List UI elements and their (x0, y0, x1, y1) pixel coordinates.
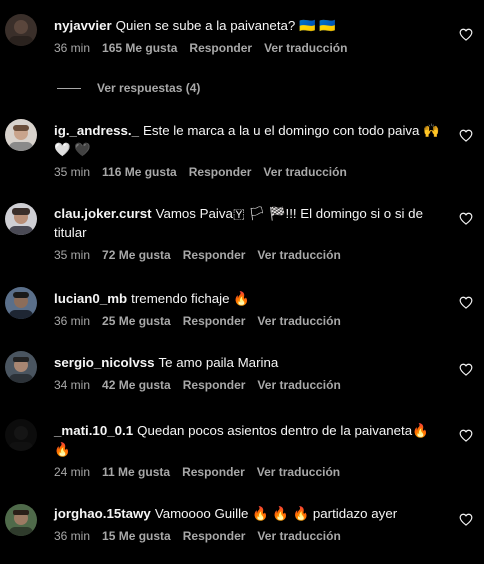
comment-time: 35 min (54, 165, 91, 179)
comment-username[interactable]: nyjavvier (54, 18, 112, 33)
reply-button[interactable]: Responder (183, 529, 246, 543)
comment-body: jorghao.15tawy Vamoooo Guille 🔥 🔥 🔥 parti… (54, 504, 440, 544)
translate-button[interactable]: Ver traducción (257, 248, 340, 262)
comment-likes[interactable]: 25 Me gusta (102, 314, 171, 328)
comment-text-line: jorghao.15tawy Vamoooo Guille 🔥 🔥 🔥 parti… (54, 504, 440, 523)
heart-outline-icon[interactable] (459, 429, 473, 442)
translate-button[interactable]: Ver traducción (257, 314, 340, 328)
comment-time: 36 min (54, 529, 91, 543)
comment-likes[interactable]: 116 Me gusta (102, 165, 177, 179)
avatar[interactable] (5, 14, 37, 46)
view-replies-label[interactable]: Ver respuestas (4) (97, 81, 200, 95)
comment-time: 36 min (54, 314, 91, 328)
translate-button[interactable]: Ver traducción (263, 165, 346, 179)
comment-time: 35 min (54, 248, 91, 262)
comment-text: Te amo paila Marina (158, 355, 279, 370)
comment-meta: 35 min 116 Me gusta Responder Ver traducció… (54, 164, 440, 180)
translate-button[interactable]: Ver traducción (257, 529, 340, 543)
comment-time: 24 min (54, 465, 91, 479)
avatar[interactable] (5, 504, 37, 536)
reply-button[interactable]: Responder (183, 248, 246, 262)
translate-button[interactable]: Ver traducción (257, 378, 340, 392)
view-replies-button[interactable]: Ver respuestas (4) (57, 81, 200, 97)
comment-likes[interactable]: 15 Me gusta (102, 529, 171, 543)
comment-username[interactable]: sergio_nicolvss (54, 355, 155, 370)
comment-text: Vamoooo Guille 🔥 🔥 🔥 partidazo ayer (154, 506, 398, 521)
comment-text: tremendo fichaje 🔥 (131, 291, 250, 306)
comment-text: Quien se sube a la paivaneta? 🇺🇦 🇺🇦 (115, 18, 336, 33)
comment-text-line: clau.joker.curst Vamos Paiva🇾 🏳 🏁!!! El d… (54, 204, 440, 242)
comment-text-line: _mati.10_0.1 Quedan pocos asientos dentro… (54, 421, 440, 459)
comment-time: 34 min (54, 378, 91, 392)
heart-outline-icon[interactable] (459, 513, 473, 526)
comment-meta: 36 min 25 Me gusta Responder Ver traducción (54, 313, 440, 329)
comment-meta: 24 min 11 Me gusta Responder Ver traducción (54, 464, 440, 480)
heart-outline-icon[interactable] (459, 28, 473, 41)
reply-button[interactable]: Responder (189, 41, 252, 55)
comment-likes[interactable]: 165 Me gusta (102, 41, 177, 55)
avatar[interactable] (5, 419, 37, 451)
comment-body: ig._andress._ Este le marca a la u el dom… (54, 121, 440, 180)
avatar[interactable] (5, 203, 37, 235)
reply-button[interactable]: Responder (183, 378, 246, 392)
translate-button[interactable]: Ver traducción (257, 465, 340, 479)
comment-body: sergio_nicolvss Te amo paila Marina 34 mi… (54, 353, 440, 393)
comment-likes[interactable]: 11 Me gusta (102, 465, 170, 479)
comment-likes[interactable]: 42 Me gusta (102, 378, 171, 392)
comment-text-line: lucian0_mb tremendo fichaje 🔥 (54, 289, 440, 308)
heart-outline-icon[interactable] (459, 212, 473, 225)
reply-button[interactable]: Responder (183, 314, 246, 328)
comment-time: 36 min (54, 41, 91, 55)
replies-divider-line (57, 88, 81, 90)
reply-button[interactable]: Responder (182, 465, 245, 479)
comment-body: clau.joker.curst Vamos Paiva🇾 🏳 🏁!!! El d… (54, 204, 440, 263)
reply-button[interactable]: Responder (189, 165, 252, 179)
comment-text-line: ig._andress._ Este le marca a la u el dom… (54, 121, 440, 159)
comment-meta: 34 min 42 Me gusta Responder Ver traducción (54, 377, 440, 393)
comment-body: _mati.10_0.1 Quedan pocos asientos dentro… (54, 421, 440, 480)
heart-outline-icon[interactable] (459, 129, 473, 142)
avatar[interactable] (5, 119, 37, 151)
avatar[interactable] (5, 351, 37, 383)
comment-username[interactable]: _mati.10_0.1 (54, 423, 133, 438)
comment-body: nyjavvier Quien se sube a la paivaneta? 🇺… (54, 16, 440, 56)
translate-button[interactable]: Ver traducción (264, 41, 347, 55)
comment-username[interactable]: ig._andress._ (54, 123, 139, 138)
comment-meta: 35 min 72 Me gusta Responder Ver traducción (54, 247, 440, 263)
comment-meta: 36 min 15 Me gusta Responder Ver traducción (54, 528, 440, 544)
heart-outline-icon[interactable] (459, 363, 473, 376)
comment-text-line: sergio_nicolvss Te amo paila Marina (54, 353, 440, 372)
comment-meta: 36 min 165 Me gusta Responder Ver traducció… (54, 40, 440, 56)
heart-outline-icon[interactable] (459, 296, 473, 309)
comment-likes[interactable]: 72 Me gusta (102, 248, 171, 262)
comment-text-line: nyjavvier Quien se sube a la paivaneta? 🇺… (54, 16, 440, 35)
avatar[interactable] (5, 287, 37, 319)
comment-username[interactable]: jorghao.15tawy (54, 506, 151, 521)
comment-username[interactable]: lucian0_mb (54, 291, 127, 306)
comment-username[interactable]: clau.joker.curst (54, 206, 152, 221)
comment-body: lucian0_mb tremendo fichaje 🔥 36 min 25 Me… (54, 289, 440, 329)
